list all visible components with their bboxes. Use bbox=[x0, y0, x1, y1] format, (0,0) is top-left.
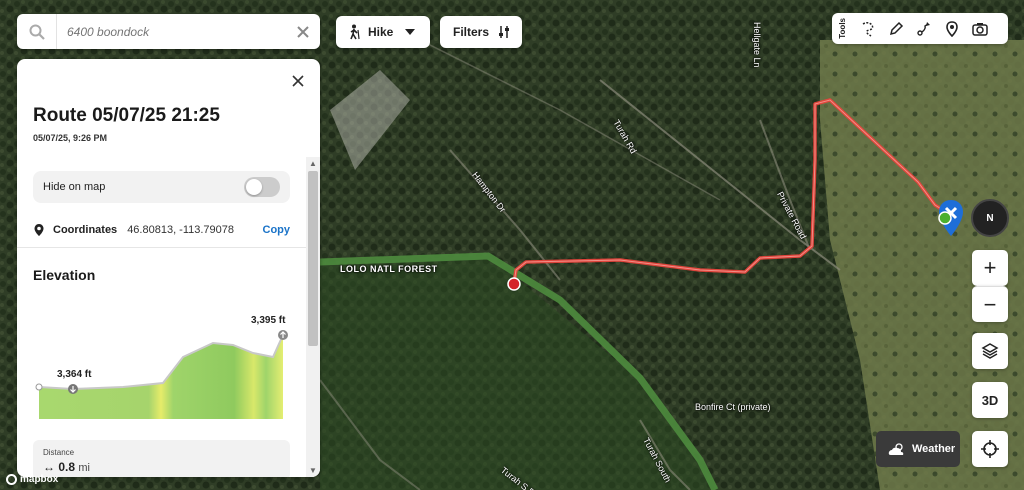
hide-on-map-label: Hide on map bbox=[43, 181, 106, 193]
mapbox-icon bbox=[6, 474, 17, 485]
distance-label: Distance bbox=[43, 448, 75, 457]
locate-me-button[interactable] bbox=[972, 431, 1008, 467]
mapbox-attribution: mapbox bbox=[20, 474, 59, 485]
activity-dropdown[interactable]: Hike bbox=[336, 16, 430, 48]
area-label-lolo-forest: LOLO NATL FOREST bbox=[340, 264, 438, 274]
arrows-horizontal-icon: ↔ bbox=[43, 460, 55, 474]
route-start-marker[interactable] bbox=[506, 276, 522, 292]
elevation-profile-chart[interactable]: 3,364 ft 3,395 ft bbox=[33, 309, 293, 427]
search-icon[interactable] bbox=[17, 14, 57, 49]
clear-search-icon[interactable] bbox=[286, 14, 320, 49]
camera-icon[interactable] bbox=[966, 13, 994, 44]
distance-unit: mi bbox=[78, 462, 90, 474]
route-end-marker[interactable] bbox=[937, 210, 953, 226]
sliders-icon bbox=[499, 26, 510, 38]
tools-label: Tools bbox=[838, 18, 847, 39]
search-input[interactable] bbox=[57, 16, 286, 47]
route-timestamp: 05/07/25, 9:26 PM bbox=[33, 133, 108, 143]
hiker-icon bbox=[350, 24, 360, 40]
scrollbar-thumb[interactable] bbox=[308, 171, 318, 346]
mapbox-logo[interactable]: mapbox bbox=[6, 474, 58, 485]
elevation-start-point bbox=[35, 383, 43, 391]
coordinates-value: 46.80813, -113.79078 bbox=[127, 224, 235, 236]
route-icon[interactable] bbox=[910, 13, 938, 44]
3d-label: 3D bbox=[981, 392, 999, 408]
crosshair-icon bbox=[981, 440, 999, 458]
weather-label: Weather bbox=[912, 443, 956, 455]
distance-card: Distance ↔ 0.8 mi bbox=[33, 440, 290, 477]
elevation-title: Elevation bbox=[33, 267, 96, 283]
hide-on-map-toggle[interactable] bbox=[244, 177, 280, 197]
toggle-knob bbox=[246, 179, 262, 195]
road-label-hellgate-ln: Hellgate Ln bbox=[752, 22, 762, 68]
elevation-high-marker bbox=[278, 330, 288, 340]
distance-value: 0.8 bbox=[58, 460, 76, 474]
search-bar[interactable] bbox=[17, 14, 320, 49]
zoom-out-label: − bbox=[983, 291, 997, 317]
compass-button[interactable]: N bbox=[971, 199, 1009, 237]
route-title: Route 05/07/25 21:25 bbox=[33, 105, 220, 126]
close-icon[interactable] bbox=[288, 71, 308, 91]
zoom-out-button[interactable]: − bbox=[972, 286, 1008, 322]
chevron-down-icon bbox=[405, 29, 416, 35]
layers-icon bbox=[981, 343, 999, 359]
pencil-icon[interactable] bbox=[882, 13, 910, 44]
compass-north-label: N bbox=[986, 212, 994, 224]
scroll-down-icon[interactable]: ▼ bbox=[309, 466, 317, 475]
pin-icon[interactable] bbox=[938, 13, 966, 44]
map-pin-icon bbox=[34, 224, 44, 236]
filters-button[interactable]: Filters bbox=[440, 16, 522, 48]
layers-button[interactable] bbox=[972, 333, 1008, 369]
tools-bar: Tools bbox=[832, 13, 1008, 44]
activity-label: Hike bbox=[368, 25, 394, 39]
filters-label: Filters bbox=[453, 25, 490, 39]
scroll-up-icon[interactable]: ▲ bbox=[309, 159, 317, 168]
zoom-in-button[interactable]: + bbox=[972, 250, 1008, 286]
hide-on-map-row[interactable]: Hide on map bbox=[33, 171, 290, 203]
route-details-panel: Route 05/07/25 21:25 05/07/25, 9:26 PM ▲… bbox=[17, 59, 320, 477]
3d-toggle-button[interactable]: 3D bbox=[972, 382, 1008, 418]
divider bbox=[17, 247, 306, 248]
cloud-sun-icon bbox=[888, 443, 904, 455]
road-label-bonfire-ct: Bonfire Ct (private) bbox=[695, 402, 771, 412]
zoom-in-label: + bbox=[983, 255, 997, 280]
coordinates-label: Coordinates bbox=[53, 224, 118, 236]
lasso-icon[interactable] bbox=[854, 13, 882, 44]
copy-coordinates-button[interactable]: Copy bbox=[263, 224, 291, 236]
coordinates-row: Coordinates 46.80813, -113.79078 Copy bbox=[33, 221, 290, 239]
panel-scrollbar[interactable]: ▲ ▼ bbox=[306, 157, 320, 477]
distance-row: ↔ 0.8 mi bbox=[43, 460, 280, 474]
elevation-end-label: 3,395 ft bbox=[251, 315, 286, 326]
elevation-low-marker bbox=[68, 384, 78, 394]
elevation-start-label: 3,364 ft bbox=[57, 369, 92, 380]
weather-button[interactable]: Weather bbox=[876, 431, 960, 467]
